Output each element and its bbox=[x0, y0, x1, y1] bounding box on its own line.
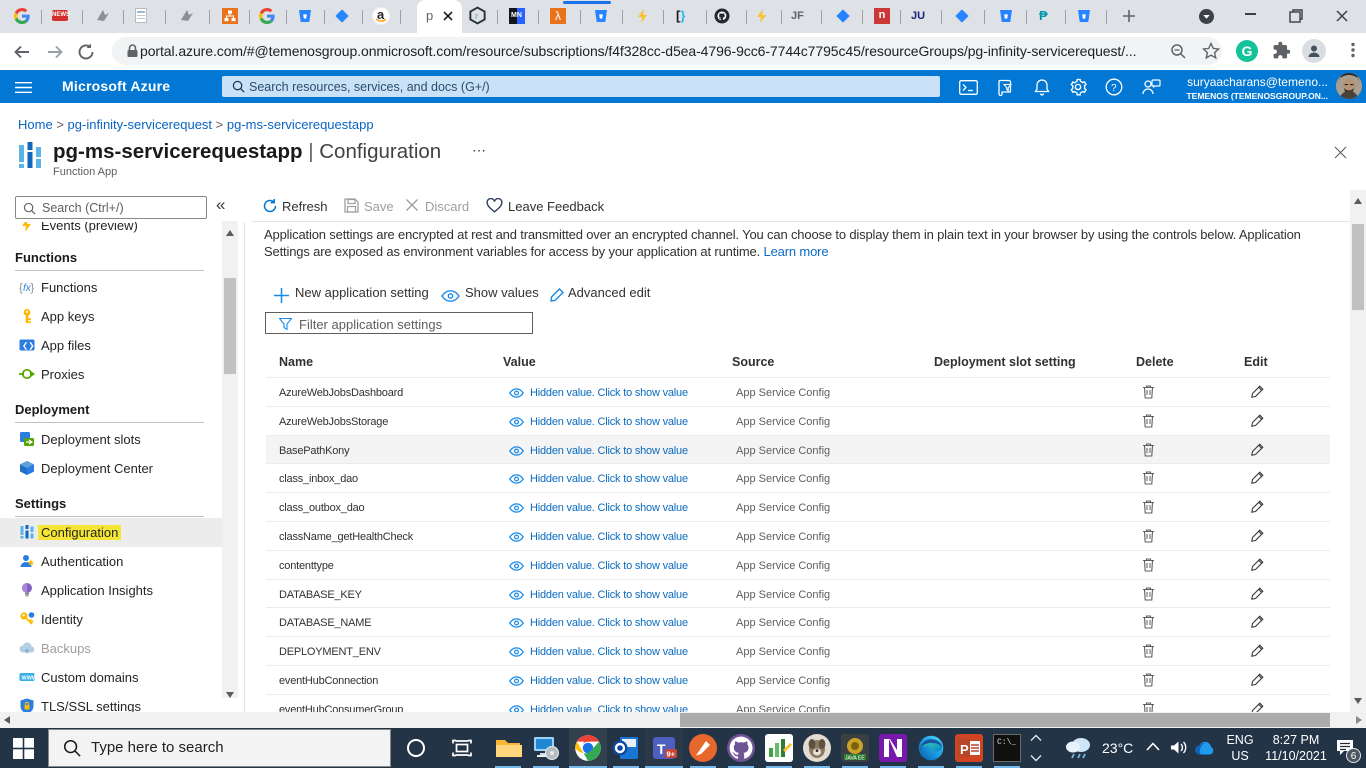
svg-text:WWW: WWW bbox=[22, 675, 36, 681]
svg-text:?: ? bbox=[1111, 83, 1117, 94]
svg-text:P: P bbox=[960, 742, 969, 757]
svg-text:❮❯: ❮❯ bbox=[22, 341, 35, 350]
svg-text:JAVA EE: JAVA EE bbox=[845, 756, 865, 762]
svg-text:}: } bbox=[31, 282, 35, 294]
svg-text:9+: 9+ bbox=[667, 750, 676, 759]
svg-text:r: r bbox=[475, 12, 478, 21]
svg-text:T: T bbox=[657, 741, 666, 757]
